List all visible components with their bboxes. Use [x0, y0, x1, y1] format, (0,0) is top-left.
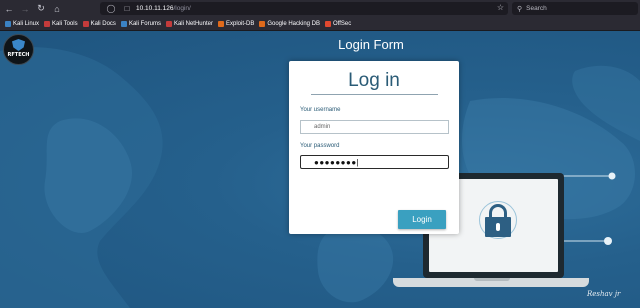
browser-toolbar: ← → ↻ ⌂ ◯ □ 10.10.11.126/login/ ☆ ⚲ Sear… — [0, 0, 640, 17]
search-placeholder: Search — [526, 5, 547, 12]
bookmark-favicon-icon — [165, 20, 172, 27]
logo-text: RFTECH — [7, 52, 30, 58]
bookmark-item[interactable]: Exploit-DB — [217, 20, 255, 27]
username-input[interactable]: admin — [300, 120, 449, 134]
password-label: Your password — [300, 143, 340, 149]
login-heading: Log in — [348, 70, 400, 91]
url-host: 10.10.11.126 — [136, 5, 174, 12]
bookmark-label: Google Hacking DB — [267, 20, 321, 27]
bookmark-label: OffSec — [333, 20, 352, 27]
bookmark-item[interactable]: Google Hacking DB — [259, 20, 321, 27]
reload-icon[interactable]: ↻ — [34, 2, 48, 16]
bookmarks-toolbar: Kali Linux Kali Tools Kali Docs Kali Forums… — [0, 17, 640, 31]
bookmark-label: Kali Docs — [90, 20, 116, 27]
password-input[interactable]: ●●●●●●●●| — [300, 155, 449, 169]
url-path: /login/ — [173, 5, 191, 12]
bookmark-item[interactable]: Kali Docs — [82, 20, 116, 27]
login-page: RFTECH Login Form Log in Your username a… — [0, 31, 640, 308]
bookmark-favicon-icon — [5, 20, 11, 27]
bookmark-favicon-icon — [120, 20, 127, 27]
bookmark-label: Exploit-DB — [225, 20, 255, 27]
search-bar[interactable]: ⚲ Search — [512, 2, 638, 15]
password-value: ●●●●●●●●| — [314, 157, 360, 167]
bookmark-item[interactable]: OffSec — [325, 20, 352, 27]
bookmark-item[interactable]: Kali NetHunter — [165, 20, 213, 27]
login-card: Log in Your username admin Your password… — [289, 61, 459, 234]
bookmark-item[interactable]: Kali Forums — [120, 20, 161, 27]
shield-icon[interactable]: ◯ — [106, 4, 116, 13]
bookmark-label: Kali Forums — [128, 20, 161, 27]
back-icon[interactable]: ← — [2, 2, 16, 16]
bookmark-favicon-icon — [82, 20, 89, 27]
forward-icon[interactable]: → — [18, 2, 32, 16]
bookmark-favicon-icon — [259, 20, 266, 27]
signature: Reshav jr — [587, 290, 621, 298]
bookmark-favicon-icon — [44, 20, 51, 27]
laptop-notch — [474, 278, 510, 281]
bookmark-favicon-icon — [217, 20, 224, 27]
lock-icon[interactable]: □ — [122, 4, 132, 13]
bookmark-star-icon[interactable]: ☆ — [497, 3, 504, 12]
bookmark-item[interactable]: Kali Linux — [5, 20, 40, 27]
search-icon: ⚲ — [517, 5, 523, 13]
bookmark-label: Kali Tools — [52, 20, 78, 27]
keyhole-icon — [496, 223, 500, 231]
page-title: Login Form — [338, 37, 404, 52]
url-text[interactable]: 10.10.11.126/login/ — [136, 5, 191, 12]
home-icon[interactable]: ⌂ — [50, 2, 64, 16]
heading-divider — [311, 94, 438, 95]
login-button[interactable]: Login — [398, 210, 446, 229]
username-value: admin — [314, 124, 331, 130]
bookmark-favicon-icon — [325, 20, 332, 27]
username-label: Your username — [300, 107, 341, 113]
bookmark-label: Kali NetHunter — [173, 20, 213, 27]
address-bar[interactable]: ◯ □ 10.10.11.126/login/ ☆ — [100, 2, 508, 15]
bookmark-label: Kali Linux — [13, 20, 40, 27]
bookmark-item[interactable]: Kali Tools — [44, 20, 78, 27]
